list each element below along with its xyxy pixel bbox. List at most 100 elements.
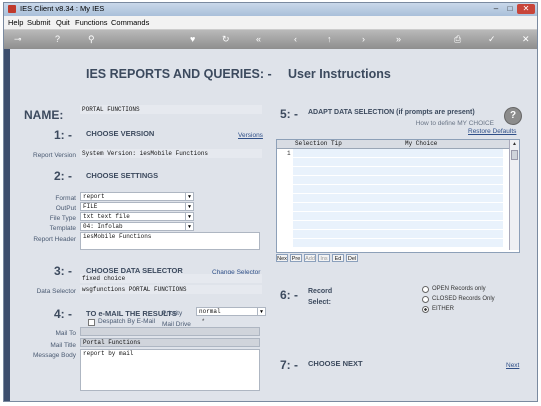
grid-row[interactable] <box>293 149 503 158</box>
menu-submit[interactable]: Submit <box>27 18 50 27</box>
priority-value: normal <box>199 308 221 315</box>
my-choice-header: My Choice <box>405 140 438 147</box>
add-row-button[interactable]: Add <box>304 254 316 262</box>
format-value: report <box>83 193 105 200</box>
report-header-input[interactable]: iesMobile Functions <box>80 232 260 250</box>
despatch-checkbox[interactable] <box>88 319 95 326</box>
selection-grid[interactable]: Selection Tip My Choice 1 ▲ <box>276 139 520 253</box>
title-bar: IES Client v8.34 : My IES – □ ✕ <box>4 3 537 16</box>
grid-row[interactable] <box>293 203 503 212</box>
mail-drive-value: * <box>202 319 205 325</box>
message-body-input[interactable]: report by mail <box>80 349 260 391</box>
format-select[interactable]: report ▼ <box>80 192 194 201</box>
grid-row[interactable] <box>293 176 503 185</box>
section-2-number: 2: - <box>54 169 72 183</box>
edit-row-button[interactable]: Ed <box>332 254 344 262</box>
grid-row[interactable] <box>293 194 503 203</box>
menu-quit[interactable]: Quit <box>56 18 70 27</box>
heart-icon[interactable]: ♥ <box>190 34 195 45</box>
back-icon[interactable]: ‹ <box>294 34 297 45</box>
maximize-button[interactable]: □ <box>503 4 517 14</box>
next-link[interactable]: Next <box>506 362 519 369</box>
section-1-title: CHOOSE VERSION <box>86 129 155 138</box>
either-label: EITHER <box>432 306 455 312</box>
open-records-radio[interactable] <box>422 286 429 293</box>
restore-defaults-link[interactable]: Restore Defaults <box>468 128 516 135</box>
menu-functions[interactable]: Functions <box>75 18 108 27</box>
how-to-define-link[interactable]: How to define MY CHOICE <box>384 120 494 127</box>
content-area: IES REPORTS AND QUERIES: - User Instruct… <box>10 49 537 401</box>
mail-title-input[interactable]: Portal Functions <box>80 338 260 347</box>
closed-records-radio[interactable] <box>422 296 429 303</box>
filetype-label: File Type <box>49 215 76 222</box>
output-value: FILE <box>83 203 98 210</box>
grid-row[interactable] <box>293 167 503 176</box>
print-icon[interactable]: ⎙ <box>454 34 461 45</box>
mail-to-input[interactable] <box>80 327 260 336</box>
grid-row[interactable] <box>293 185 503 194</box>
data-selector-line2: wsgfunctions PORTAL FUNCTIONS <box>80 285 262 294</box>
chevron-down-icon[interactable]: ▼ <box>185 223 193 230</box>
chevron-down-icon[interactable]: ▼ <box>257 308 265 315</box>
output-label: OutPut <box>55 205 76 212</box>
app-icon <box>8 5 16 13</box>
key-icon[interactable]: ⊸ <box>14 34 22 45</box>
template-value: 04: Infolab <box>83 223 123 230</box>
section-6-number: 6: - <box>280 288 298 302</box>
report-header-label: Report Header <box>33 236 76 243</box>
grid-scrollbar[interactable]: ▲ <box>509 140 519 250</box>
grid-row[interactable] <box>293 239 503 248</box>
toolbar: ⊸ ? ⚲ ♥ ↻ « ‹ ↑ › » ⎙ ✓ ✕ <box>4 30 537 49</box>
rewind-icon[interactable]: « <box>256 34 261 45</box>
delete-row-button[interactable]: Del <box>346 254 358 262</box>
output-select[interactable]: FILE ▼ <box>80 202 194 211</box>
page-title: IES REPORTS AND QUERIES: - <box>86 67 272 81</box>
up-icon[interactable]: ↑ <box>327 34 332 45</box>
close-window-button[interactable]: ✕ <box>517 4 535 14</box>
help-icon[interactable]: ? <box>55 34 60 45</box>
mail-title-label: Mail Title <box>50 342 76 349</box>
section-1-number: 1: - <box>54 128 72 142</box>
filetype-value: txt text file <box>83 213 130 220</box>
record-select-label: Select: <box>308 299 331 306</box>
menu-help[interactable]: Help <box>8 18 23 27</box>
close-icon[interactable]: ✕ <box>522 34 530 45</box>
forward-icon[interactable]: › <box>362 34 365 45</box>
refresh-icon[interactable]: ↻ <box>222 34 230 45</box>
next-row-button[interactable]: Nex <box>276 254 288 262</box>
menu-commands[interactable]: Commands <box>111 18 149 27</box>
fastforward-icon[interactable]: » <box>396 34 401 45</box>
section-3-number: 3: - <box>54 264 72 278</box>
data-selector-label: Data Selector <box>36 288 76 295</box>
instructions-panel: IES REPORTS AND QUERIES: - User Instruct… <box>24 49 532 401</box>
scroll-thumb[interactable] <box>511 150 518 160</box>
chevron-down-icon[interactable]: ▼ <box>185 213 193 220</box>
grid-row[interactable] <box>293 230 503 239</box>
search-icon[interactable]: ⚲ <box>88 34 95 45</box>
template-select[interactable]: 04: Infolab ▼ <box>80 222 194 231</box>
message-body-label: Message Body <box>33 352 76 359</box>
page-subtitle: User Instructions <box>288 67 391 81</box>
versions-link[interactable]: Versions <box>238 132 263 139</box>
priority-select[interactable]: normal ▼ <box>196 307 266 316</box>
menu-bar: Help Submit Quit Functions Commands <box>4 16 537 30</box>
format-label: Format <box>55 195 76 202</box>
check-icon[interactable]: ✓ <box>488 34 496 45</box>
insert-row-button[interactable]: Ins <box>318 254 330 262</box>
data-selector-line1: fixed choice <box>80 274 262 283</box>
help-icon[interactable]: ? <box>504 107 522 125</box>
scroll-up-icon[interactable]: ▲ <box>511 141 518 148</box>
either-radio[interactable] <box>422 306 429 313</box>
grid-row[interactable] <box>293 158 503 167</box>
mail-to-label: Mail To <box>55 330 76 337</box>
previous-row-button[interactable]: Pre <box>290 254 302 262</box>
filetype-select[interactable]: txt text file ▼ <box>80 212 194 221</box>
chevron-down-icon[interactable]: ▼ <box>185 203 193 210</box>
grid-row[interactable] <box>293 212 503 221</box>
window-title: IES Client v8.34 : My IES <box>20 4 105 13</box>
template-label: Template <box>49 225 76 232</box>
grid-row[interactable] <box>293 221 503 230</box>
minimize-button[interactable]: – <box>489 4 503 14</box>
app-window: IES Client v8.34 : My IES – □ ✕ Help Sub… <box>3 2 538 402</box>
chevron-down-icon[interactable]: ▼ <box>185 193 193 200</box>
